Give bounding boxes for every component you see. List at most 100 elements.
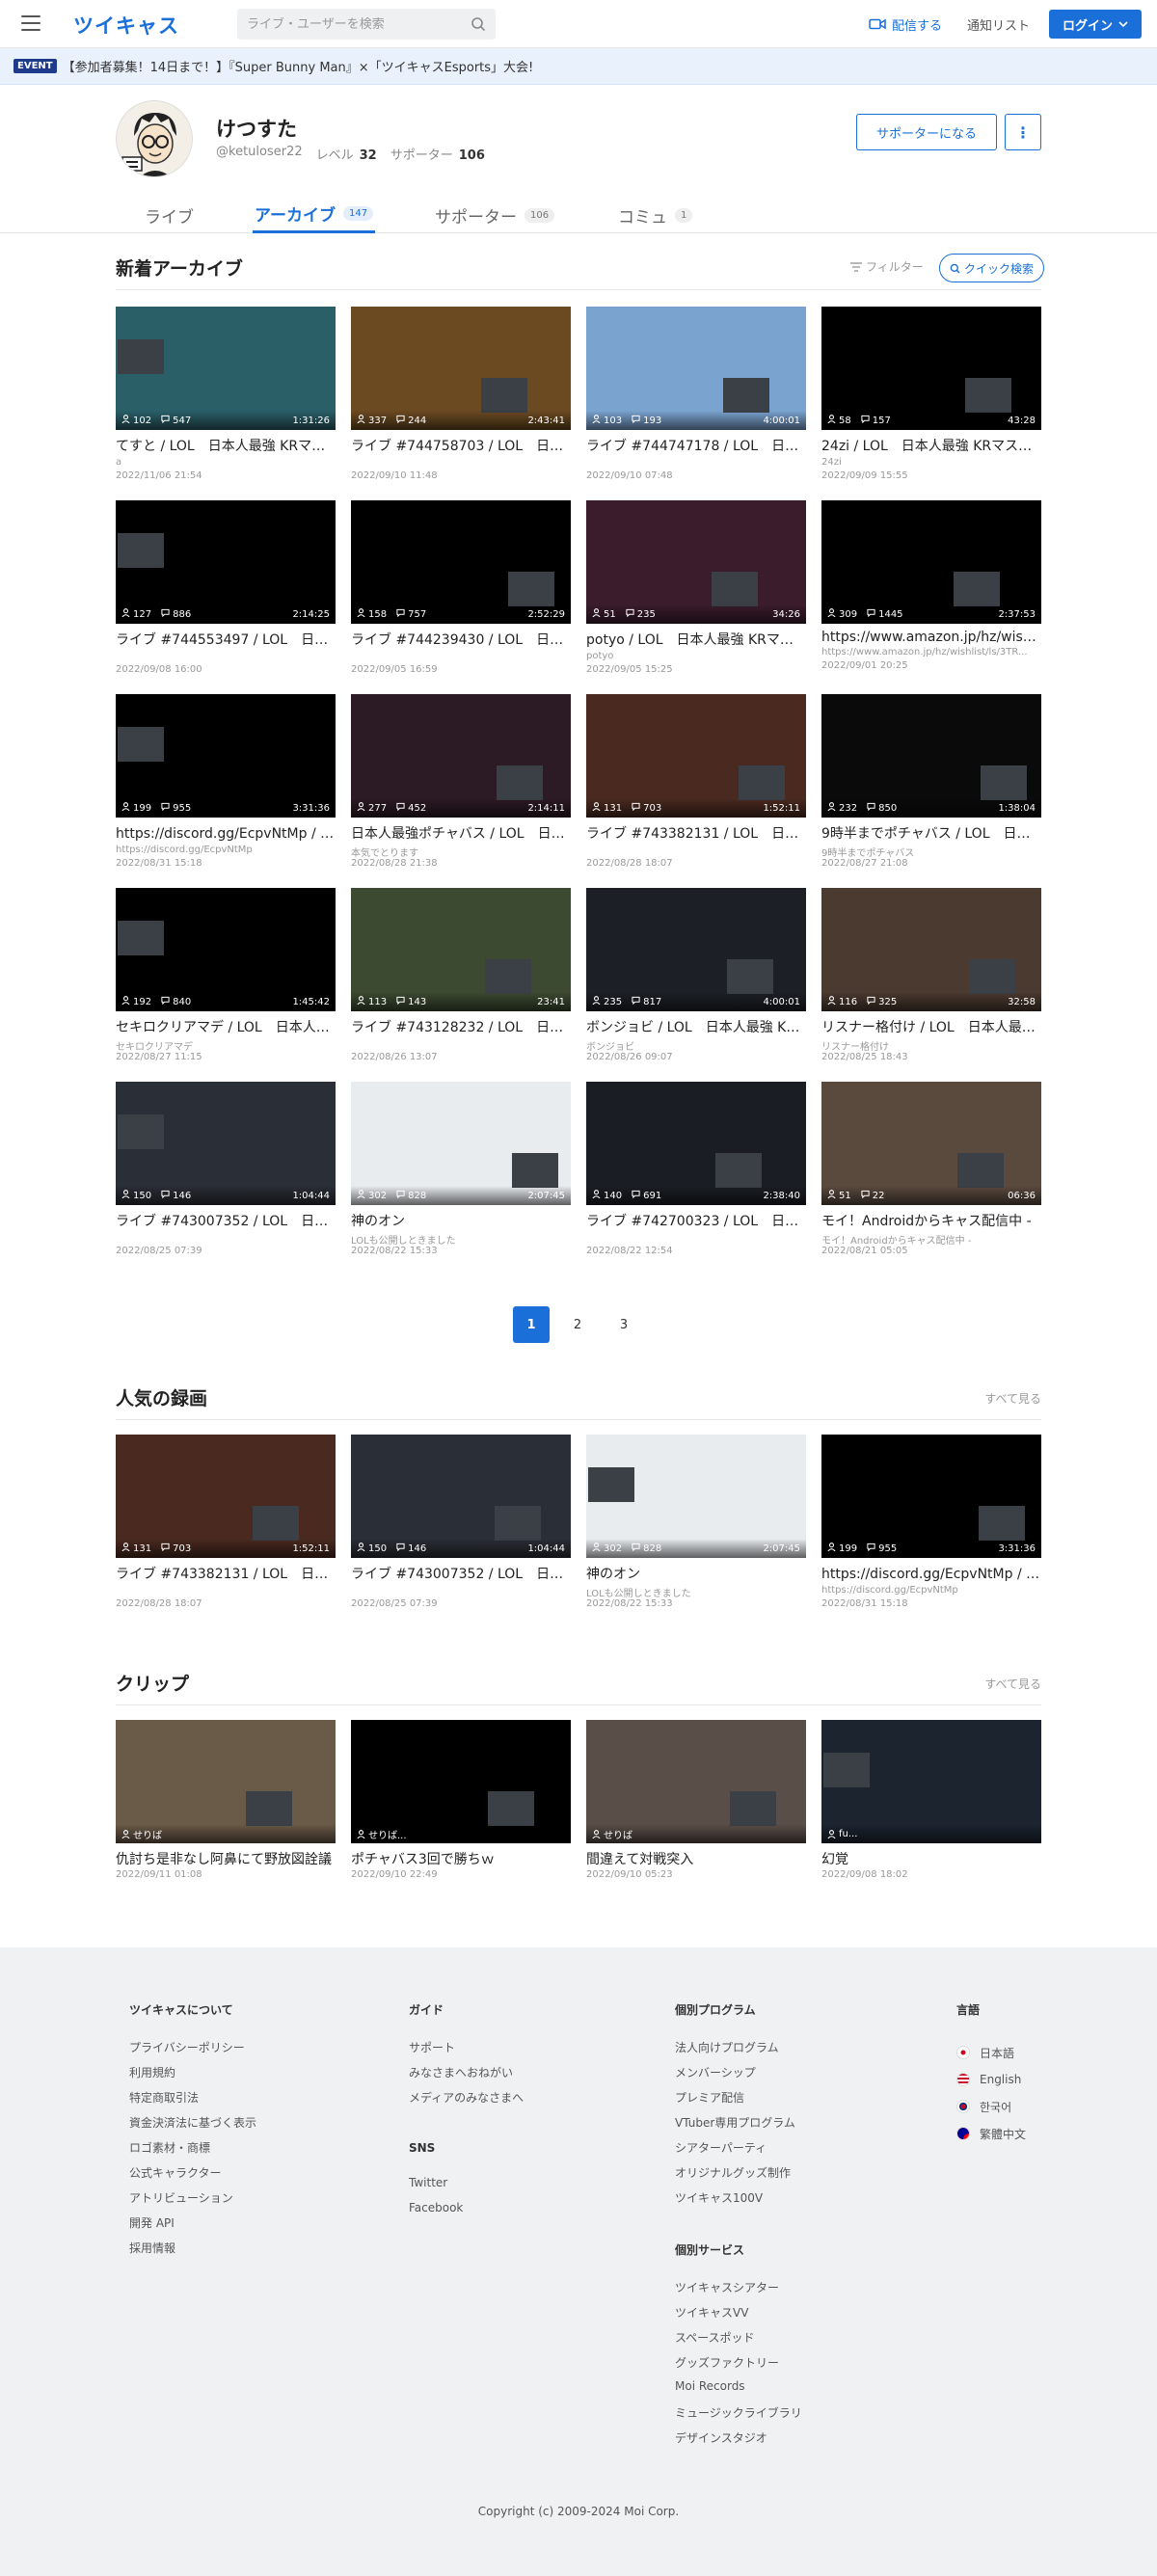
- video-title[interactable]: ライブ #744758703 / LOL 日本人最強 KRマスター: [351, 436, 571, 455]
- video-card[interactable]: 113 143 23:41 ライブ #743128232 / LOL 日本人最強 KR…: [351, 888, 571, 1062]
- menu-icon[interactable]: [21, 15, 40, 31]
- video-card[interactable]: 158 757 2:52:29 ライブ #744239430 / LOL 日本人最強 …: [351, 500, 571, 675]
- language-option[interactable]: 繁體中文: [956, 2120, 1026, 2147]
- video-title[interactable]: ライブ #742700323 / LOL 日本人最強 KRマスター: [586, 1211, 806, 1230]
- video-thumbnail[interactable]: 131 703 1:52:11: [586, 694, 806, 818]
- video-title[interactable]: 神のオン: [586, 1564, 806, 1583]
- video-thumbnail[interactable]: 51 22 06:36: [821, 1082, 1041, 1205]
- page-2-button[interactable]: 2: [559, 1306, 596, 1343]
- video-card[interactable]: 302 828 2:07:45 神のオン LOLも公開しときました 2022/08/22 …: [351, 1082, 571, 1256]
- footer-link[interactable]: オリジナルグッズ制作: [675, 2164, 802, 2189]
- video-title[interactable]: ライブ #743382131 / LOL 日本人最強 KRマスター: [116, 1564, 336, 1583]
- video-card[interactable]: 103 193 4:00:01 ライブ #744747178 / LOL 日本人最強 …: [586, 307, 806, 481]
- video-card[interactable]: 58 157 43:28 24zi / LOL 日本人最強 KRマスター 24zi 202…: [821, 307, 1041, 481]
- video-title[interactable]: ボンジョビ / LOL 日本人最強 KRマスター: [586, 1017, 806, 1036]
- video-title[interactable]: 24zi / LOL 日本人最強 KRマスター: [821, 436, 1041, 455]
- video-card[interactable]: 140 691 2:38:40 ライブ #742700323 / LOL 日本人最強 …: [586, 1082, 806, 1256]
- video-card[interactable]: 337 244 2:43:41 ライブ #744758703 / LOL 日本人最強 …: [351, 307, 571, 481]
- video-card[interactable]: 302 828 2:07:45 神のオン LOLも公開しときました 2022/08/22 …: [586, 1435, 806, 1609]
- video-title[interactable]: ライブ #743007352 / LOL 日本人最強 KRマスター: [351, 1564, 571, 1583]
- filter-button[interactable]: フィルター: [850, 258, 924, 275]
- video-thumbnail[interactable]: 277 452 2:14:11: [351, 694, 571, 818]
- footer-link[interactable]: ツイキャスVV: [675, 2304, 802, 2329]
- video-title[interactable]: ライブ #743007352 / LOL 日本人最強 KRマスター: [116, 1211, 336, 1230]
- video-title[interactable]: ライブ #744239430 / LOL 日本人最強 KRマスター: [351, 630, 571, 649]
- footer-link[interactable]: 開発 API: [129, 2214, 256, 2240]
- footer-link[interactable]: 資金決済法に基づく表示: [129, 2114, 256, 2139]
- video-thumbnail[interactable]: 103 193 4:00:01: [586, 307, 806, 430]
- video-title[interactable]: リスナー格付け / LOL 日本人最強 KRマスター: [821, 1017, 1041, 1036]
- tab-live[interactable]: ライブ: [145, 197, 194, 233]
- footer-link[interactable]: 採用情報: [129, 2240, 256, 2265]
- footer-link[interactable]: 公式キャラクター: [129, 2164, 256, 2189]
- login-button[interactable]: ログイン: [1048, 10, 1142, 39]
- tab-community[interactable]: コミュ 1: [618, 197, 693, 233]
- footer-link[interactable]: ツイキャス100V: [675, 2189, 802, 2214]
- video-title[interactable]: 仇討ち是非なし阿鼻にて野放図詮議: [116, 1849, 336, 1868]
- site-logo[interactable]: ツイキャス: [73, 11, 179, 40]
- footer-link[interactable]: Moi Records: [675, 2379, 802, 2404]
- clips-see-all-link[interactable]: すべて見る: [984, 1676, 1041, 1692]
- footer-link[interactable]: ロゴ素材・商標: [129, 2139, 256, 2164]
- video-thumbnail[interactable]: 113 143 23:41: [351, 888, 571, 1011]
- video-thumbnail[interactable]: 192 840 1:45:42: [116, 888, 336, 1011]
- video-thumbnail[interactable]: 232 850 1:38:04: [821, 694, 1041, 818]
- language-option[interactable]: 日本語: [956, 2039, 1026, 2066]
- tab-archive[interactable]: アーカイブ 147: [253, 197, 376, 233]
- video-title[interactable]: 9時半までポチャバス / LOL 日本人最強: [821, 823, 1041, 843]
- language-option[interactable]: 한국어: [956, 2093, 1026, 2120]
- video-title[interactable]: ライブ #743128232 / LOL 日本人最強 KRマスター: [351, 1017, 571, 1036]
- video-card[interactable]: 199 955 3:31:36 https://discord.gg/EcpvNtMp…: [821, 1435, 1041, 1609]
- footer-link[interactable]: ミュージックライブラリ: [675, 2404, 802, 2429]
- video-title[interactable]: https://discord.gg/EcpvNtMp / LOL 日本人最強: [821, 1564, 1041, 1583]
- footer-link[interactable]: 法人向けプログラム: [675, 2039, 802, 2064]
- footer-link[interactable]: VTuber専用プログラム: [675, 2114, 802, 2139]
- video-card[interactable]: 232 850 1:38:04 9時半までポチャバス / LOL 日本人最強 9時半まで…: [821, 694, 1041, 869]
- footer-link[interactable]: 特定商取引法: [129, 2089, 256, 2114]
- footer-link[interactable]: プレミア配信: [675, 2089, 802, 2114]
- become-supporter-button[interactable]: サポーターになる: [856, 114, 997, 150]
- video-thumbnail[interactable]: 199 955 3:31:36: [116, 694, 336, 818]
- video-card[interactable]: 277 452 2:14:11 日本人最強ポチャバス / LOL 日本人最強本気でとり…: [351, 694, 571, 869]
- video-card[interactable]: 116 325 32:58 リスナー格付け / LOL 日本人最強 KRマスターリスナ…: [821, 888, 1041, 1062]
- video-title[interactable]: https://www.amazon.jp/hz/wishlist/ls/3TR: [821, 630, 1041, 645]
- video-thumbnail[interactable]: 337 244 2:43:41: [351, 307, 571, 430]
- event-banner[interactable]: EVENT 【参加者募集！14日まで！】『Super Bunny Man』×「ツ…: [0, 48, 1157, 85]
- video-card[interactable]: 51 22 06:36 モイ！Androidからキャス配信中 - モイ！Androidか…: [821, 1082, 1041, 1256]
- footer-link[interactable]: サポート: [409, 2039, 524, 2064]
- video-thumbnail[interactable]: 309 1445 2:37:53: [821, 500, 1041, 624]
- video-thumbnail[interactable]: 51 235 34:26: [586, 500, 806, 624]
- video-thumbnail[interactable]: 302 828 2:07:45: [586, 1435, 806, 1558]
- footer-link[interactable]: グッズファクトリー: [675, 2354, 802, 2379]
- video-title[interactable]: ライブ #744747178 / LOL 日本人最強 KRマスター: [586, 436, 806, 455]
- video-thumbnail[interactable]: せりば: [116, 1720, 336, 1843]
- video-thumbnail[interactable]: 150 146 1:04:44: [116, 1082, 336, 1205]
- video-thumbnail[interactable]: fu...: [821, 1720, 1041, 1843]
- video-thumbnail[interactable]: 102 547 1:31:26: [116, 307, 336, 430]
- video-card[interactable]: 309 1445 2:37:53 https://www.amazon.jp/hz/w…: [821, 500, 1041, 671]
- footer-link[interactable]: Twitter: [409, 2176, 524, 2201]
- video-thumbnail[interactable]: 150 146 1:04:44: [351, 1435, 571, 1558]
- video-card[interactable]: 127 886 2:14:25 ライブ #744553497 / LOL 日本人最強 …: [116, 500, 336, 675]
- video-thumbnail[interactable]: 127 886 2:14:25: [116, 500, 336, 624]
- notify-list-link[interactable]: 通知リスト: [967, 15, 1030, 34]
- video-thumbnail[interactable]: 131 703 1:52:11: [116, 1435, 336, 1558]
- video-title[interactable]: セキロクリアマデ / LOL 日本人最強 KRマスター: [116, 1017, 336, 1036]
- video-thumbnail[interactable]: せりば: [586, 1720, 806, 1843]
- search-icon[interactable]: [471, 16, 486, 32]
- footer-link[interactable]: みなさまへおねがい: [409, 2064, 524, 2089]
- more-options-icon[interactable]: ⋮: [1005, 114, 1041, 150]
- footer-link[interactable]: 利用規約: [129, 2064, 256, 2089]
- video-title[interactable]: https://discord.gg/EcpvNtMp / LOL 日本人最強: [116, 823, 336, 843]
- footer-link[interactable]: Facebook: [409, 2201, 524, 2226]
- search-input[interactable]: [247, 16, 459, 32]
- video-title[interactable]: ポチャバス3回で勝ちｗ: [351, 1849, 571, 1868]
- video-title[interactable]: 幻覚: [821, 1849, 1041, 1868]
- clip-card[interactable]: せりば 間違えて対戦突入 2022/09/10 05:23: [586, 1720, 806, 1880]
- video-thumbnail[interactable]: 140 691 2:38:40: [586, 1082, 806, 1205]
- video-title[interactable]: potyo / LOL 日本人最強 KRマスター: [586, 630, 806, 649]
- video-thumbnail[interactable]: 199 955 3:31:36: [821, 1435, 1041, 1558]
- quick-search-button[interactable]: クイック検索: [939, 254, 1045, 282]
- video-title[interactable]: 神のオン: [351, 1211, 571, 1230]
- video-title[interactable]: 間違えて対戦突入: [586, 1849, 806, 1868]
